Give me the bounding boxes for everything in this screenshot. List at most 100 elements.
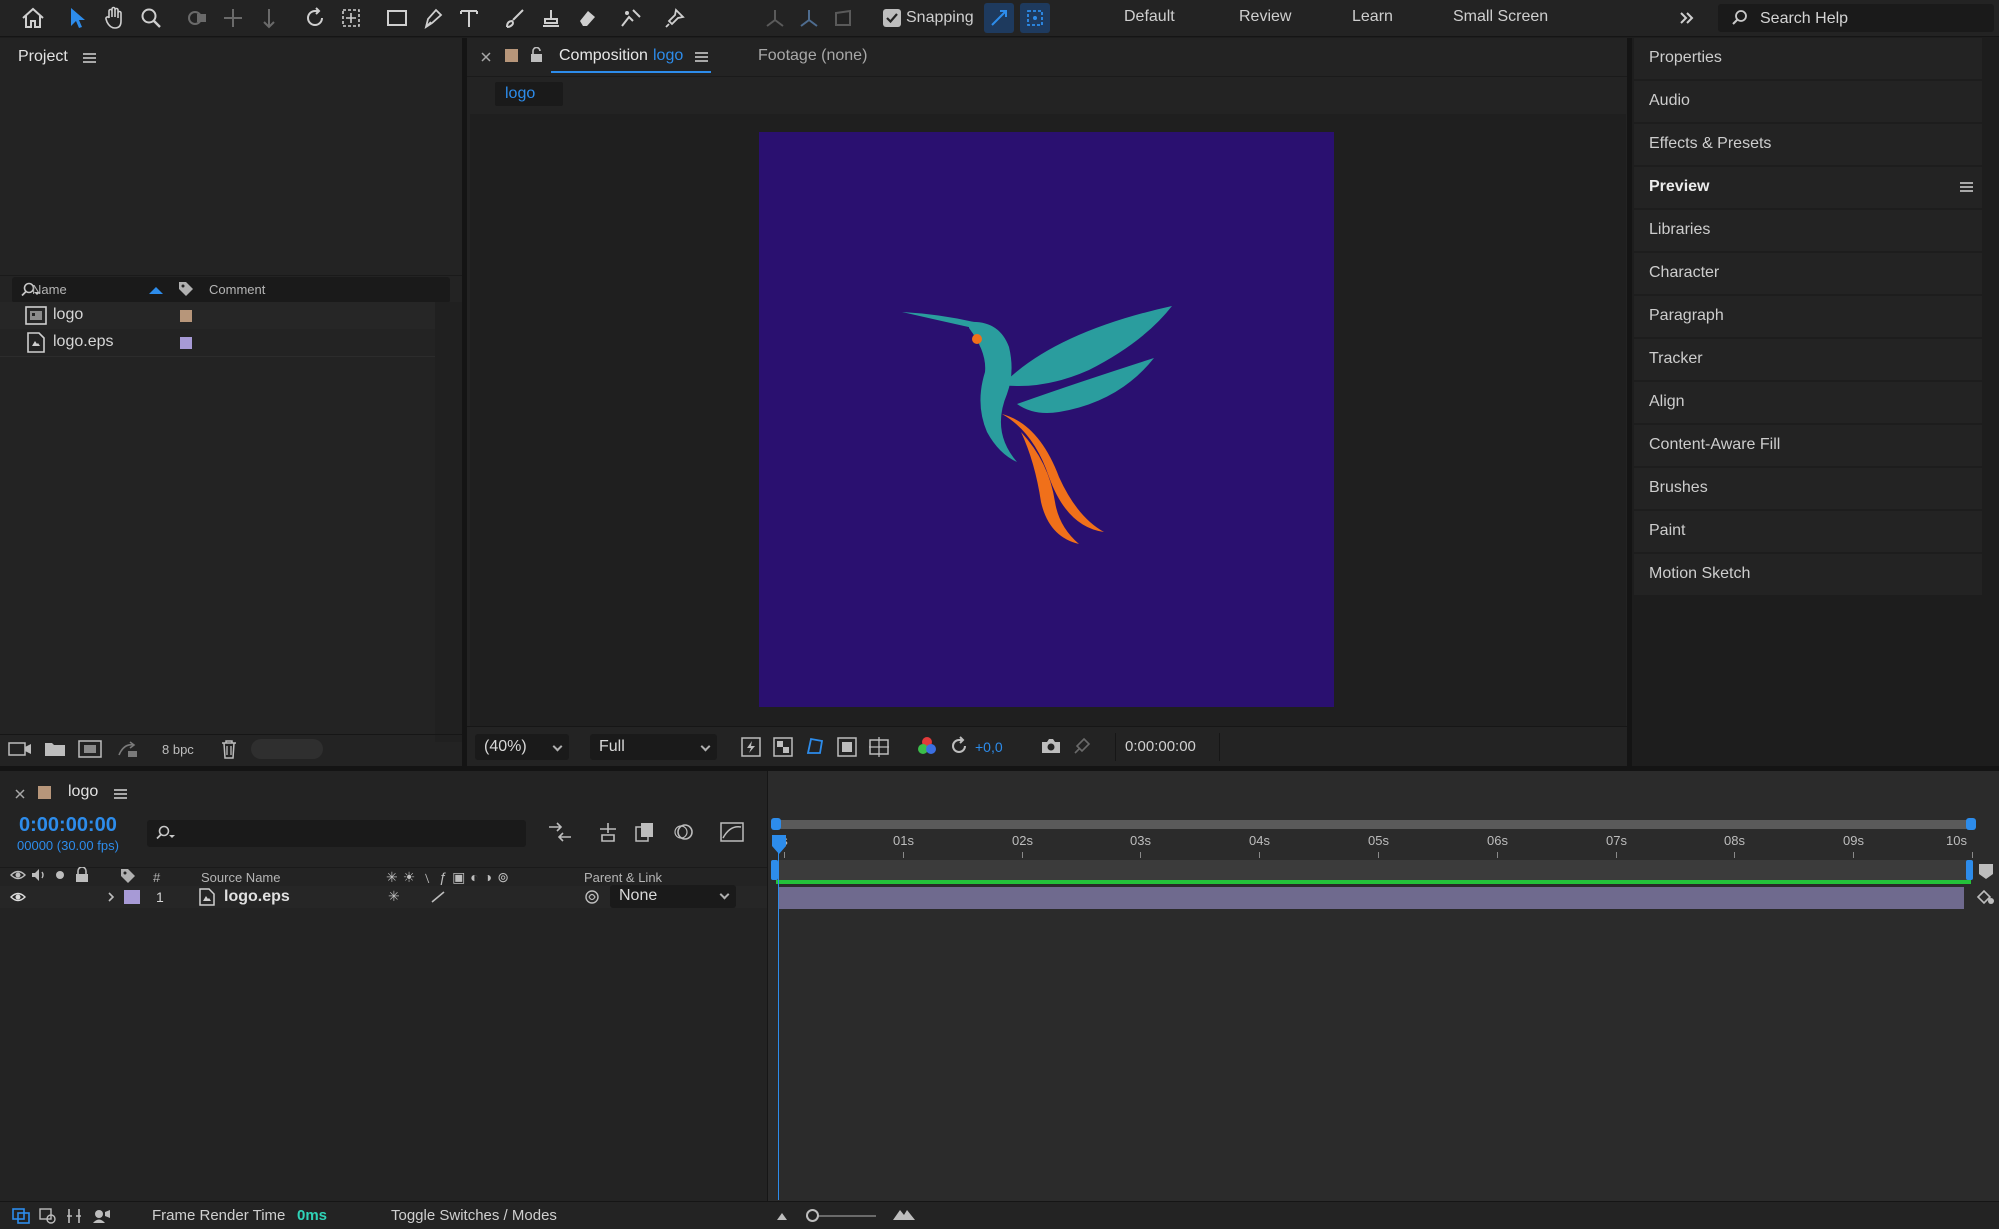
eye-icon[interactable] <box>10 890 26 904</box>
motion-blur-icon[interactable] <box>672 821 694 843</box>
layer-keyframe-nav-icon[interactable] <box>1976 888 1996 906</box>
column-header-parent-link[interactable]: Parent & Link <box>584 870 662 885</box>
quality-switch-icon[interactable] <box>430 890 446 904</box>
close-icon[interactable] <box>481 52 491 62</box>
close-icon[interactable] <box>15 789 25 799</box>
project-item-logo-eps[interactable]: logo.eps <box>0 329 435 356</box>
channel-rgb-icon[interactable] <box>917 736 937 756</box>
panel-brushes[interactable]: Brushes <box>1634 468 1982 509</box>
workspace-default[interactable]: Default <box>1124 8 1175 26</box>
video-visibility-icon[interactable] <box>10 868 26 882</box>
puppet-pin-tool-icon[interactable] <box>660 3 690 33</box>
timeline-search-input[interactable] <box>147 820 526 847</box>
panel-libraries[interactable]: Libraries <box>1634 210 1982 251</box>
trash-icon[interactable] <box>220 739 238 759</box>
resolution-dropdown[interactable]: Full <box>590 734 717 760</box>
column-header-number[interactable]: # <box>153 870 160 885</box>
work-area-bar[interactable] <box>776 860 1971 880</box>
lock-icon[interactable] <box>75 867 89 883</box>
rectangle-tool-icon[interactable] <box>382 3 412 33</box>
project-item-logo[interactable]: logo <box>0 302 435 329</box>
brush-tool-icon[interactable] <box>500 3 530 33</box>
label-tag-icon[interactable] <box>177 280 195 298</box>
pan-behind-tool-icon[interactable] <box>336 3 366 33</box>
clone-stamp-tool-icon[interactable] <box>536 3 566 33</box>
graph-editor-icon[interactable] <box>720 821 744 843</box>
toggle-switches-modes-button[interactable]: Toggle Switches / Modes <box>391 1207 557 1224</box>
panel-properties[interactable]: Properties <box>1634 38 1982 79</box>
audio-icon[interactable] <box>31 868 47 882</box>
label-tag-icon[interactable] <box>119 867 137 885</box>
comp-tab-prefix[interactable]: Composition <box>559 47 648 65</box>
panel-character[interactable]: Character <box>1634 253 1982 294</box>
comp-current-time[interactable]: 0:00:00:00 <box>1125 738 1196 755</box>
workspace-small-screen[interactable]: Small Screen <box>1453 8 1548 26</box>
zoom-in-icon[interactable] <box>892 1207 916 1221</box>
timeline-current-time[interactable]: 0:00:00:00 <box>19 814 117 837</box>
transparency-grid-icon[interactable] <box>772 736 794 758</box>
mask-visibility-icon[interactable] <box>804 735 826 757</box>
snap-to-edges-icon[interactable] <box>984 3 1014 33</box>
zoom-out-icon[interactable] <box>776 1211 788 1221</box>
timeline-menu-icon[interactable] <box>114 789 127 799</box>
panel-effects-presets[interactable]: Effects & Presets <box>1634 124 1982 165</box>
column-header-source-name[interactable]: Source Name <box>201 870 280 885</box>
project-panel-title[interactable]: Project <box>18 48 68 66</box>
eraser-tool-icon[interactable] <box>572 3 602 33</box>
timeline-tab-name[interactable]: logo <box>68 783 98 801</box>
label-color-swatch[interactable] <box>180 310 192 322</box>
home-icon[interactable] <box>18 3 48 33</box>
workspace-learn[interactable]: Learn <box>1352 8 1393 26</box>
comp-tab-name[interactable]: logo <box>653 47 683 65</box>
work-area-end[interactable] <box>1966 860 1973 880</box>
reset-exposure-icon[interactable] <box>949 736 969 756</box>
column-header-name[interactable]: Name <box>32 282 67 297</box>
footage-tab[interactable]: Footage (none) <box>758 47 867 65</box>
selection-tool-icon[interactable] <box>62 3 92 33</box>
preview-menu-icon[interactable] <box>1960 182 1973 192</box>
in-out-toggle-icon[interactable] <box>65 1208 83 1224</box>
composition-canvas[interactable] <box>759 132 1334 707</box>
work-area-start[interactable] <box>771 860 778 880</box>
roto-brush-tool-icon[interactable] <box>616 3 646 33</box>
panel-paint[interactable]: Paint <box>1634 511 1982 552</box>
interpret-footage-icon[interactable] <box>8 740 32 758</box>
project-menu-icon[interactable] <box>83 53 96 63</box>
pick-whip-icon[interactable] <box>584 889 600 905</box>
rotation-tool-icon[interactable] <box>300 3 330 33</box>
time-navigator[interactable] <box>776 820 1971 829</box>
workspace-overflow-icon[interactable] <box>1672 3 1702 33</box>
dolly-camera-icon[interactable] <box>254 3 284 33</box>
navigator-end-handle[interactable] <box>1966 818 1976 830</box>
sort-ascending-icon[interactable] <box>148 286 164 295</box>
hand-tool-icon[interactable] <box>100 3 130 33</box>
panel-align[interactable]: Align <box>1634 382 1982 423</box>
type-tool-icon[interactable] <box>454 3 484 33</box>
grid-guides-icon[interactable] <box>868 736 890 758</box>
new-composition-icon[interactable] <box>78 740 102 758</box>
panel-content-aware-fill[interactable]: Content-Aware Fill <box>1634 425 1982 466</box>
comp-marker-bin-icon[interactable] <box>1977 862 1995 880</box>
navigator-start-handle[interactable] <box>771 818 781 830</box>
panel-tracker[interactable]: Tracker <box>1634 339 1982 380</box>
frame-blending-icon[interactable] <box>634 821 656 843</box>
snap-to-points-icon[interactable] <box>1020 3 1050 33</box>
solo-icon[interactable] <box>55 870 65 880</box>
panel-paragraph[interactable]: Paragraph <box>1634 296 1982 337</box>
panel-audio[interactable]: Audio <box>1634 81 1982 122</box>
pen-tool-icon[interactable] <box>418 3 448 33</box>
current-time-indicator-icon[interactable] <box>771 834 787 856</box>
show-snapshot-icon[interactable] <box>1072 736 1092 756</box>
column-header-comment[interactable]: Comment <box>209 282 265 297</box>
panel-motion-sketch[interactable]: Motion Sketch <box>1634 554 1982 595</box>
project-settings-icon[interactable] <box>116 739 140 759</box>
layer-label-swatch[interactable] <box>124 890 140 904</box>
search-help-field[interactable]: Search Help <box>1718 4 1994 32</box>
zoom-tool-icon[interactable] <box>136 3 166 33</box>
parent-link-dropdown[interactable]: None <box>610 885 736 908</box>
comp-mini-flowchart-icon[interactable] <box>547 821 573 843</box>
zoom-slider-thumb[interactable] <box>806 1209 819 1222</box>
axis-world-icon[interactable] <box>794 3 824 33</box>
lock-icon[interactable] <box>530 47 543 63</box>
snapping-checkbox[interactable] <box>883 9 901 27</box>
